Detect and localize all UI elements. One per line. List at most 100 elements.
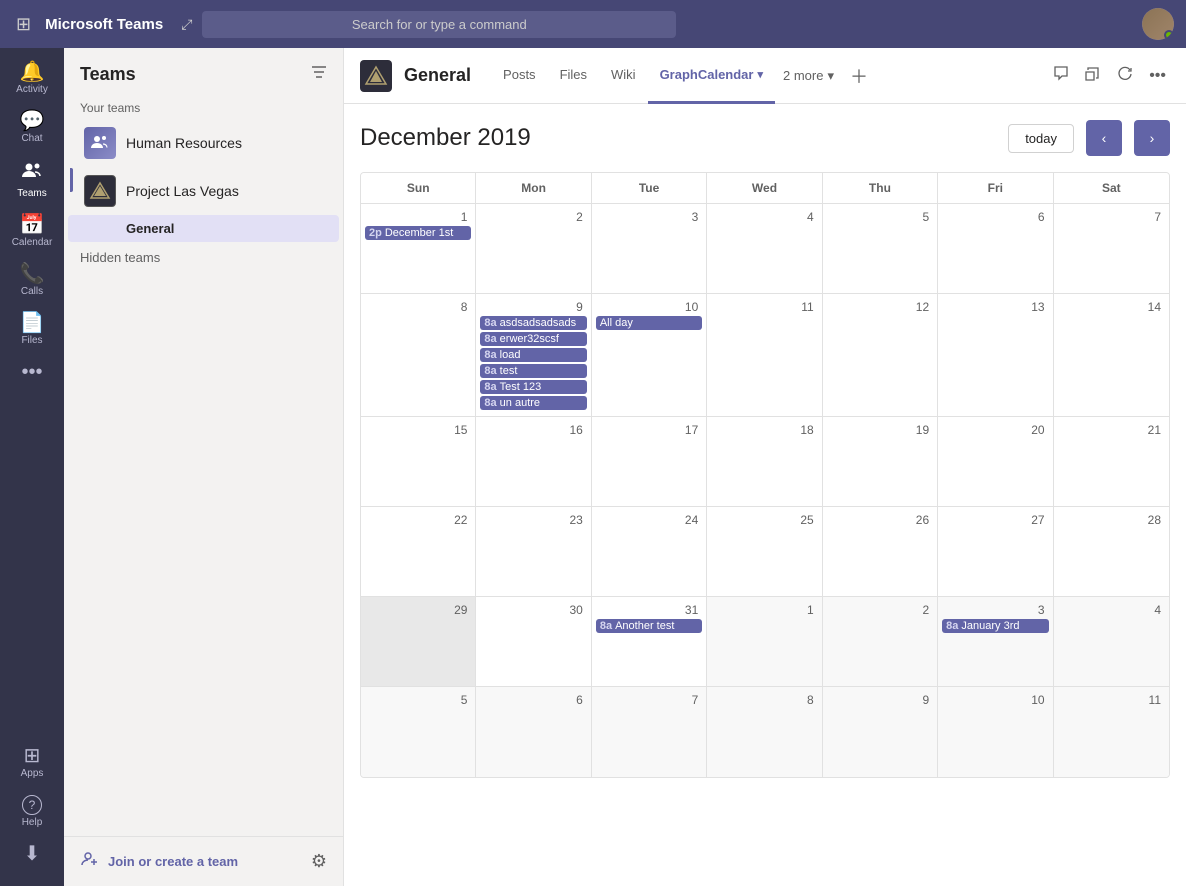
cal-cell[interactable]: 10All day <box>592 294 707 417</box>
event-pill[interactable]: 8aload <box>480 348 586 362</box>
cal-cell[interactable]: 2 <box>823 597 938 687</box>
more-chevron-icon: ▾ <box>827 68 834 84</box>
sidebar-item-calendar[interactable]: 📅 Calendar <box>6 209 58 254</box>
cal-cell[interactable]: 24 <box>592 507 707 597</box>
cal-cell[interactable]: 10 <box>938 687 1053 777</box>
calendar-body: 12pDecember 1st234567898aasdsadsadsads8a… <box>361 204 1169 777</box>
cal-cell[interactable]: 3 <box>592 204 707 294</box>
calendar-header-row: Sun Mon Tue Wed Thu Fri Sat <box>361 173 1169 204</box>
cal-date: 4 <box>711 208 817 226</box>
sidebar-item-help[interactable]: ? Help <box>6 789 58 834</box>
sidebar-item-teams[interactable]: Teams <box>6 154 58 205</box>
cal-cell[interactable]: 11 <box>1054 687 1169 777</box>
cal-date: 9 <box>827 691 933 709</box>
calendar-toolbar: December 2019 today ‹ › <box>360 120 1170 156</box>
chat-action-icon[interactable] <box>1049 61 1073 90</box>
cal-cell[interactable]: 4 <box>1054 597 1169 687</box>
today-button[interactable]: today <box>1008 124 1074 153</box>
event-pill[interactable]: 8aun autre <box>480 396 586 410</box>
event-pill[interactable]: 8aJanuary 3rd <box>942 619 1048 633</box>
cal-cell[interactable]: 38aJanuary 3rd <box>938 597 1053 687</box>
sidebar-item-apps[interactable]: ⊞ Apps <box>6 740 58 785</box>
sidebar-item-files[interactable]: 📄 Files <box>6 307 58 352</box>
sidebar-label-teams: Teams <box>17 188 46 199</box>
cal-cell[interactable]: 26 <box>823 507 938 597</box>
search-input[interactable] <box>202 11 676 38</box>
tab-more[interactable]: 2 more ▾ <box>775 48 842 104</box>
cal-cell[interactable]: 21 <box>1054 417 1169 507</box>
cal-cell[interactable]: 8 <box>707 687 822 777</box>
cal-cell[interactable]: 15 <box>361 417 476 507</box>
channel-actions: ••• <box>1049 61 1170 90</box>
more-action-icon[interactable]: ••• <box>1145 63 1170 89</box>
cal-cell[interactable]: 7 <box>1054 204 1169 294</box>
cal-cell[interactable]: 6 <box>476 687 591 777</box>
cal-cell[interactable]: 11 <box>707 294 822 417</box>
cal-cell[interactable]: 9 <box>823 687 938 777</box>
cal-cell[interactable]: 2 <box>476 204 591 294</box>
cal-date: 31 <box>596 601 702 619</box>
event-pill[interactable]: 8aasdsadsadsads <box>480 316 586 330</box>
cal-cell[interactable]: 29 <box>361 597 476 687</box>
download-icon: ⬇ <box>24 844 41 864</box>
prev-month-button[interactable]: ‹ <box>1086 120 1122 156</box>
cal-cell[interactable]: 12 <box>823 294 938 417</box>
cal-cell[interactable]: 5 <box>361 687 476 777</box>
settings-icon[interactable]: ⚙ <box>311 851 327 872</box>
cal-cell[interactable]: 4 <box>707 204 822 294</box>
cal-cell[interactable]: 22 <box>361 507 476 597</box>
cal-cell[interactable]: 14 <box>1054 294 1169 417</box>
sidebar-item-activity[interactable]: 🔔 Activity <box>6 56 58 101</box>
expand-icon[interactable]: ⤢ <box>181 16 192 33</box>
sidebar-item-calls[interactable]: 📞 Calls <box>6 258 58 303</box>
cal-date: 14 <box>1058 298 1165 316</box>
tab-add-button[interactable]: ＋ <box>842 48 876 104</box>
cal-cell[interactable]: 13 <box>938 294 1053 417</box>
cal-cell[interactable]: 25 <box>707 507 822 597</box>
tab-wiki[interactable]: Wiki <box>599 48 648 104</box>
event-pill[interactable]: 8aerwer32scsf <box>480 332 586 346</box>
grid-icon[interactable]: ⊞ <box>12 10 35 39</box>
cal-cell[interactable]: 30 <box>476 597 591 687</box>
event-pill[interactable]: 8atest <box>480 364 586 378</box>
next-month-button[interactable]: › <box>1134 120 1170 156</box>
cal-cell[interactable]: 23 <box>476 507 591 597</box>
team-item-plv[interactable]: Project Las Vegas ••• <box>68 167 339 215</box>
event-pill[interactable]: All day <box>596 316 702 330</box>
sidebar-item-chat[interactable]: 💬 Chat <box>6 105 58 150</box>
sidebar-item-download[interactable]: ⬇ <box>6 838 58 870</box>
expand-action-icon[interactable] <box>1081 61 1105 90</box>
cal-date: 7 <box>1058 208 1165 226</box>
cal-cell[interactable]: 1 <box>707 597 822 687</box>
team-item-hr[interactable]: Human Resources ••• <box>68 119 339 167</box>
event-pill[interactable]: 8aTest 123 <box>480 380 586 394</box>
cal-cell[interactable]: 18 <box>707 417 822 507</box>
join-create-team-button[interactable]: Join or create a team <box>80 849 238 874</box>
cal-cell[interactable]: 12pDecember 1st <box>361 204 476 294</box>
channel-item-general[interactable]: General <box>68 215 339 242</box>
cal-date: 1 <box>711 601 817 619</box>
cal-cell[interactable]: 98aasdsadsadsads8aerwer32scsf8aload8ates… <box>476 294 591 417</box>
filter-icon[interactable] <box>311 64 327 85</box>
cal-cell[interactable]: 6 <box>938 204 1053 294</box>
day-header-fri: Fri <box>938 173 1053 203</box>
event-pill[interactable]: 2pDecember 1st <box>365 226 471 240</box>
cal-cell[interactable]: 318aAnother test <box>592 597 707 687</box>
tab-graph-calendar[interactable]: GraphCalendar ▾ <box>648 48 775 104</box>
cal-cell[interactable]: 17 <box>592 417 707 507</box>
cal-cell[interactable]: 5 <box>823 204 938 294</box>
avatar[interactable] <box>1142 8 1174 40</box>
event-pill[interactable]: 8aAnother test <box>596 619 702 633</box>
cal-cell[interactable]: 8 <box>361 294 476 417</box>
cal-cell[interactable]: 20 <box>938 417 1053 507</box>
tab-posts[interactable]: Posts <box>491 48 548 104</box>
cal-cell[interactable]: 19 <box>823 417 938 507</box>
tab-files[interactable]: Files <box>548 48 599 104</box>
cal-cell[interactable]: 27 <box>938 507 1053 597</box>
hidden-teams-label[interactable]: Hidden teams <box>64 242 343 273</box>
cal-cell[interactable]: 28 <box>1054 507 1169 597</box>
refresh-action-icon[interactable] <box>1113 61 1137 90</box>
sidebar-item-more[interactable]: ••• <box>6 356 58 388</box>
cal-cell[interactable]: 16 <box>476 417 591 507</box>
cal-cell[interactable]: 7 <box>592 687 707 777</box>
